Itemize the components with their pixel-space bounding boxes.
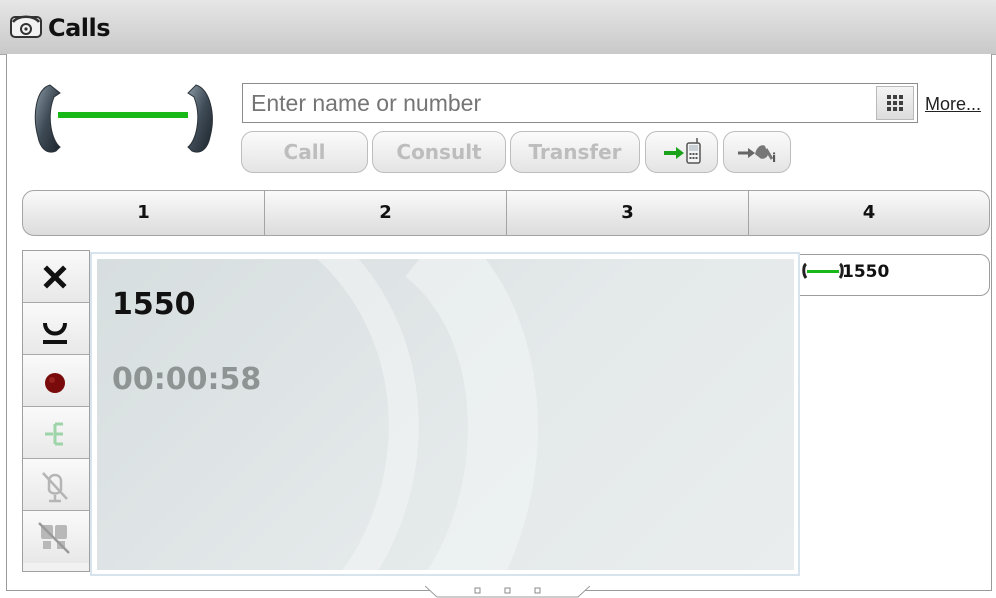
tab-3[interactable]: 3 [506,190,749,236]
hold-button[interactable] [23,303,89,355]
call-button[interactable]: Call [241,131,368,173]
record-icon [45,373,65,393]
keypad-button[interactable] [876,86,914,120]
tab-1[interactable]: 1 [22,190,265,236]
handset-connected-icon [34,84,213,153]
call-control-toolbar [22,250,90,572]
push-to-mobile-icon [664,138,701,164]
transfer-to-voicemail-button[interactable]: i [723,131,791,173]
ignore-icon [38,522,70,554]
svg-text:i: i [772,151,776,165]
ignore-button[interactable] [23,511,89,563]
record-button[interactable] [23,355,89,407]
tab-2[interactable]: 2 [264,190,507,236]
more-link[interactable]: More... [925,94,981,115]
transfer-button[interactable]: Transfer [510,131,640,173]
mute-button[interactable] [23,459,89,511]
resize-grip[interactable] [425,586,590,598]
handset-connected-icon [802,262,844,279]
transfer-to-voicemail-icon: i [738,145,776,165]
mute-icon [42,472,68,503]
close-icon [43,265,67,289]
background-swirl [316,259,538,570]
consult-button[interactable]: Consult [372,131,506,173]
call-details-area [97,259,794,570]
title-bar [0,0,996,55]
drop-call-button[interactable] [23,251,89,303]
call-list-tab-label: 1550 [842,262,890,282]
push-to-mobile-button[interactable] [645,131,718,173]
window-title: Calls [48,14,111,42]
hold-icon [43,322,67,344]
keypad-icon [887,95,903,111]
dial-number-input[interactable] [242,83,918,123]
telephone-icon [10,15,42,38]
tab-4[interactable]: 4 [748,190,990,236]
caller-number: 1550 [112,287,196,322]
call-duration: 00:00:58 [112,362,262,397]
conference-icon [45,422,63,446]
conference-button[interactable] [23,407,89,459]
